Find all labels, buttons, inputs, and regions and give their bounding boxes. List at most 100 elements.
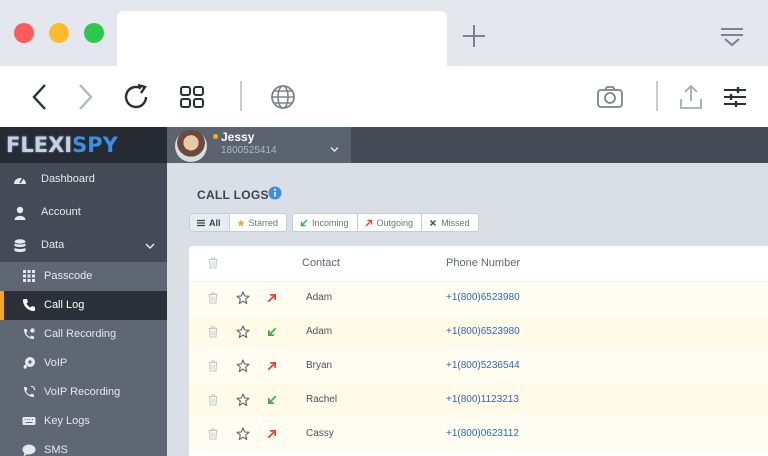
star-icon[interactable] <box>236 359 250 373</box>
sidebar-item-voip-recording[interactable]: VoIP Recording <box>0 378 167 407</box>
sidebar-item-data[interactable]: Data <box>0 229 167 262</box>
sidebar-item-passcode[interactable]: Passcode <box>0 262 167 291</box>
outgoing-arrow-icon <box>267 430 276 439</box>
window-close-button[interactable] <box>14 23 34 43</box>
star-icon[interactable] <box>236 325 250 339</box>
sidebar-item-label: Data <box>41 239 65 251</box>
table-row[interactable]: Bryan +1(800)5236544 <box>189 350 768 384</box>
sidebar-item-label: VoIP Recording <box>44 386 121 398</box>
page-title: CALL LOGS <box>197 188 269 202</box>
window-minimize-button[interactable] <box>49 23 69 43</box>
plus-icon[interactable] <box>460 22 488 50</box>
sidebar-item-sms[interactable]: SMS <box>0 436 167 456</box>
filter-group-starred: All Starred <box>189 213 288 232</box>
keypad-icon <box>23 270 35 282</box>
table-row[interactable]: Rachel +1(800)1123213 <box>189 384 768 418</box>
voip-record-icon <box>24 385 36 397</box>
phone-number[interactable]: +1(800)0623112 <box>446 428 519 439</box>
trash-icon[interactable] <box>207 360 219 372</box>
sidebar-item-label: Account <box>41 206 81 218</box>
trash-icon[interactable] <box>207 257 219 269</box>
contact-name[interactable]: Cassy <box>306 428 334 439</box>
sidebar-item-label: Dashboard <box>41 173 95 185</box>
user-name: Jessy <box>221 130 255 144</box>
grid-view-icon[interactable] <box>178 82 208 112</box>
sidebar-item-account[interactable]: Account <box>0 196 167 229</box>
filter-outgoing-button[interactable]: Outgoing <box>358 214 423 231</box>
filter-incoming-button[interactable]: Incoming <box>293 214 358 231</box>
incoming-arrow-icon <box>300 219 308 226</box>
filter-missed-button[interactable]: Missed <box>422 214 478 231</box>
tab-list-icon[interactable] <box>718 24 746 50</box>
settings-sliders-icon[interactable] <box>720 82 750 112</box>
sidebar-item-voip[interactable]: VoIP <box>0 349 167 378</box>
filter-group-direction: Incoming Outgoing Missed <box>292 213 479 232</box>
reload-icon[interactable] <box>122 82 152 112</box>
user-phone: 1800525414 <box>221 145 277 156</box>
incoming-arrow-icon <box>268 395 277 404</box>
sidebar-item-key-logs[interactable]: Key Logs <box>0 407 167 436</box>
sidebar-item-label: Key Logs <box>44 415 90 427</box>
filter-label: Starred <box>248 217 279 228</box>
table-row[interactable]: Adam +1(800)6523980 <box>189 282 768 316</box>
star-icon <box>236 218 245 227</box>
back-icon[interactable] <box>25 82 55 112</box>
call-log-table: Contact Phone Number Adam +1(800)6523980 <box>189 246 768 456</box>
camera-icon[interactable] <box>595 82 625 112</box>
column-header-contact[interactable]: Contact <box>302 257 340 269</box>
share-icon[interactable] <box>676 82 706 112</box>
sidebar-item-call-log[interactable]: Call Log <box>0 291 167 320</box>
phone-record-icon <box>24 328 35 339</box>
sidebar: FLEXI SPY Dashboard Account Data Passcod… <box>0 127 167 456</box>
keyboard-icon <box>22 417 36 425</box>
logo-text-part1: FLEXI <box>6 133 73 157</box>
sidebar-item-label: Call Log <box>44 299 85 311</box>
window-maximize-button[interactable] <box>84 23 104 43</box>
sidebar-item-label: VoIP <box>44 357 68 369</box>
outgoing-arrow-icon <box>267 362 276 371</box>
contact-name[interactable]: Adam <box>306 326 332 337</box>
sidebar-item-label: SMS <box>44 444 68 456</box>
list-icon <box>197 219 205 226</box>
trash-icon[interactable] <box>207 394 219 406</box>
star-icon[interactable] <box>236 393 250 407</box>
device-user-switcher[interactable]: Jessy 1800525414 <box>167 127 351 163</box>
app-logo[interactable]: FLEXI SPY <box>0 127 167 163</box>
outgoing-arrow-icon <box>267 294 276 303</box>
phone-number[interactable]: +1(800)6523980 <box>446 326 520 337</box>
forward-icon[interactable] <box>70 82 100 112</box>
dashboard-icon <box>14 177 26 184</box>
filter-all-button[interactable]: All <box>190 214 230 231</box>
browser-tab[interactable] <box>117 11 447 66</box>
contact-name[interactable]: Adam <box>306 292 332 303</box>
phone-number[interactable]: +1(800)1123213 <box>446 394 519 405</box>
missed-x-icon <box>430 219 437 226</box>
sidebar-item-call-recording[interactable]: Call Recording <box>0 320 167 349</box>
globe-icon[interactable] <box>268 82 298 112</box>
contact-name[interactable]: Rachel <box>306 394 337 405</box>
trash-icon[interactable] <box>207 292 219 304</box>
filter-label: Missed <box>441 217 470 228</box>
star-icon[interactable] <box>236 291 250 305</box>
table-row[interactable]: Cassy +1(800)0623112 <box>189 418 768 452</box>
sidebar-item-label: Passcode <box>44 270 93 282</box>
chevron-down-icon[interactable] <box>145 242 155 250</box>
column-header-phone[interactable]: Phone Number <box>446 257 520 269</box>
chat-icon <box>22 444 36 456</box>
contact-name[interactable]: Bryan <box>306 360 332 371</box>
info-icon[interactable] <box>268 186 282 200</box>
table-row[interactable]: Adam +1(800)6523980 <box>189 316 768 350</box>
sidebar-item-dashboard[interactable]: Dashboard <box>0 163 167 196</box>
trash-icon[interactable] <box>207 326 219 338</box>
browser-tab-bar <box>0 0 768 66</box>
phone-number[interactable]: +1(800)6523980 <box>446 292 520 303</box>
main-content: CALL LOGS All Starred Incoming Outgoing … <box>167 163 768 456</box>
filter-label: Incoming <box>312 217 349 228</box>
database-icon <box>14 239 26 252</box>
filter-starred-button[interactable]: Starred <box>230 214 287 231</box>
table-header: Contact Phone Number <box>189 246 768 282</box>
trash-icon[interactable] <box>207 428 219 440</box>
star-icon[interactable] <box>236 427 250 441</box>
phone-number[interactable]: +1(800)5236544 <box>446 360 520 371</box>
filter-label: All <box>209 217 221 228</box>
